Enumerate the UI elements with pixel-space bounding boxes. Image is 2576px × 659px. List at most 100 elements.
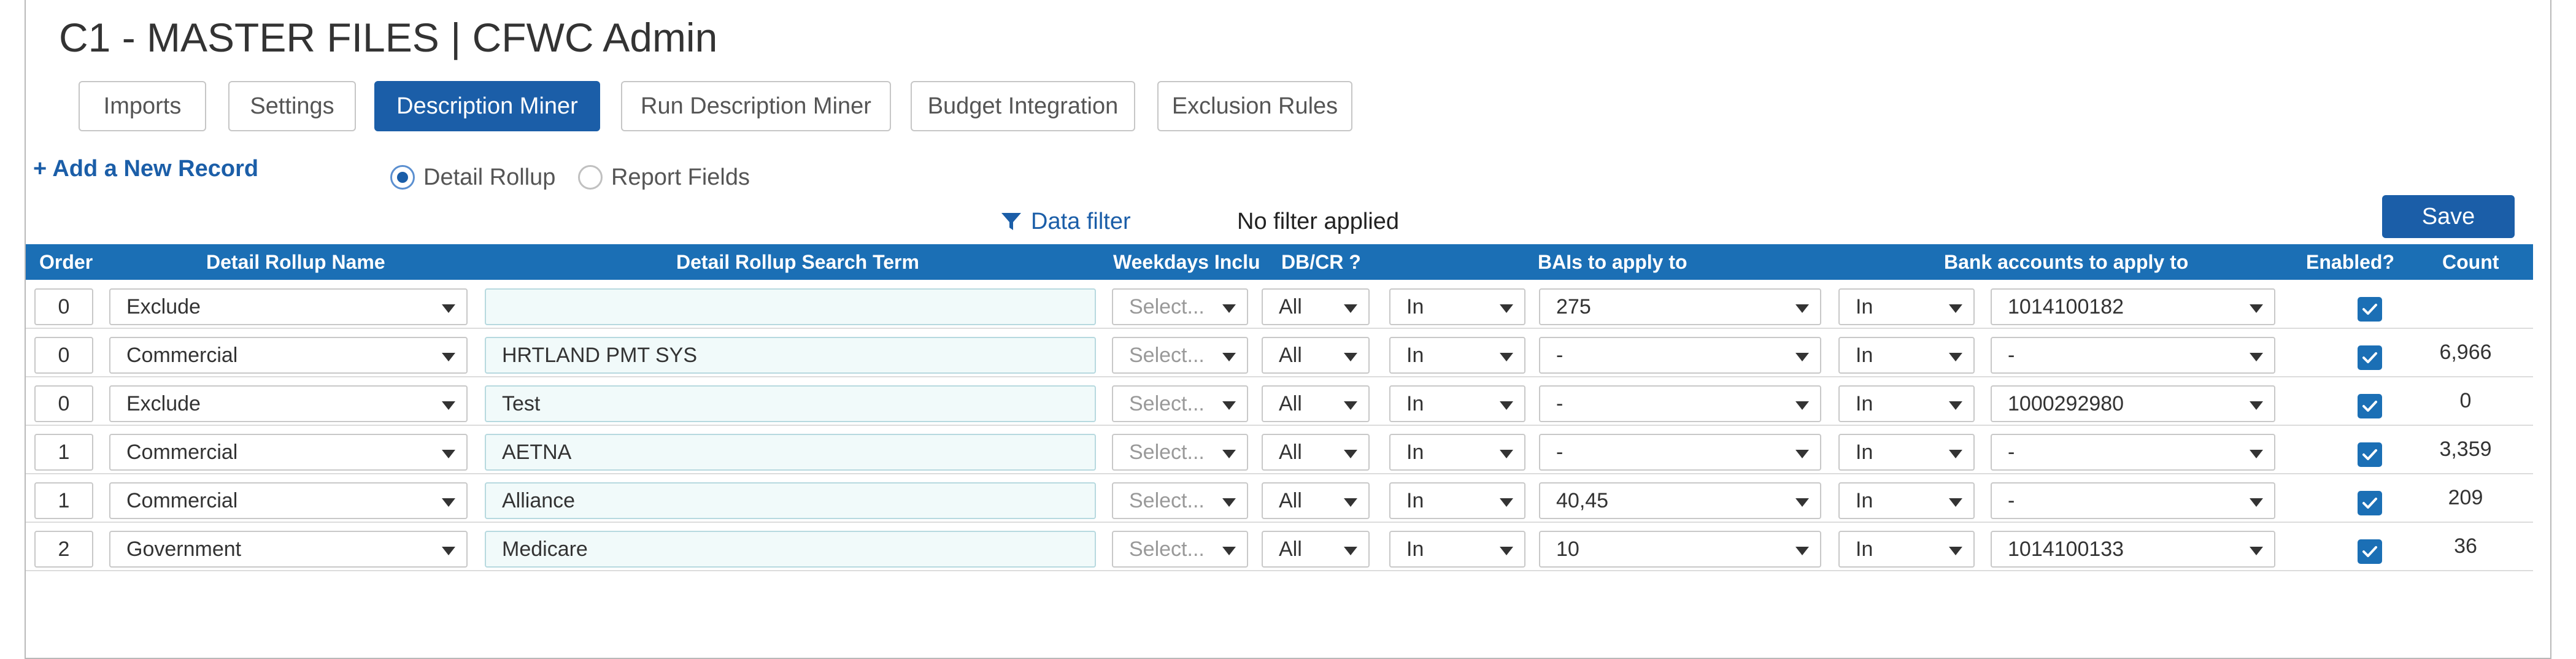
- table-row: 0 Exclude Select... All In 275 In 101410…: [26, 281, 2533, 329]
- order-input[interactable]: 1: [34, 482, 93, 519]
- page-title: C1 - MASTER FILES | CFWC Admin: [59, 15, 718, 60]
- add-new-record-link[interactable]: + Add a New Record: [33, 156, 258, 182]
- bai-operator-select[interactable]: In: [1389, 337, 1525, 374]
- tab-imports[interactable]: Imports: [79, 81, 206, 131]
- enabled-checkbox[interactable]: [2358, 297, 2382, 322]
- weekdays-placeholder: Select...: [1129, 295, 1205, 318]
- account-operator-select[interactable]: In: [1838, 531, 1975, 568]
- weekdays-select[interactable]: Select...: [1112, 482, 1248, 519]
- bank-accounts-select[interactable]: -: [1991, 434, 2275, 471]
- account-operator-value: In: [1856, 344, 1873, 367]
- order-input[interactable]: 1: [34, 434, 93, 471]
- rollup-name-select[interactable]: Commercial: [109, 337, 468, 374]
- column-header-rollup-name[interactable]: Detail Rollup Name: [206, 244, 427, 280]
- dbcr-select[interactable]: All: [1262, 434, 1370, 471]
- weekdays-select[interactable]: Select...: [1112, 337, 1248, 374]
- rollup-name-select[interactable]: Exclude: [109, 385, 468, 422]
- tab-budget-integration[interactable]: Budget Integration: [911, 81, 1135, 131]
- bais-value: 40,45: [1556, 489, 1609, 512]
- bais-select[interactable]: -: [1539, 337, 1821, 374]
- order-input[interactable]: 2: [34, 531, 93, 568]
- order-input[interactable]: 0: [34, 337, 93, 374]
- check-icon: [2362, 498, 2377, 509]
- enabled-checkbox[interactable]: [2358, 539, 2382, 564]
- bai-operator-select[interactable]: In: [1389, 288, 1525, 325]
- rollup-name-select[interactable]: Exclude: [109, 288, 468, 325]
- rollup-name-select[interactable]: Commercial: [109, 482, 468, 519]
- dbcr-select[interactable]: All: [1262, 288, 1370, 325]
- account-operator-select[interactable]: In: [1838, 385, 1975, 422]
- bai-operator-select[interactable]: In: [1389, 385, 1525, 422]
- table-row: 1 Commercial AETNA Select... All In - In…: [26, 426, 2533, 474]
- bank-accounts-select[interactable]: 1014100182: [1991, 288, 2275, 325]
- weekdays-placeholder: Select...: [1129, 441, 1205, 464]
- bais-value: 10: [1556, 538, 1579, 561]
- enabled-checkbox[interactable]: [2358, 394, 2382, 418]
- radio-checked-icon[interactable]: [390, 165, 415, 190]
- search-term-input[interactable]: Alliance: [485, 482, 1096, 519]
- search-term-input[interactable]: HRTLAND PMT SYS: [485, 337, 1096, 374]
- save-button[interactable]: Save: [2382, 195, 2515, 238]
- bais-select[interactable]: -: [1539, 434, 1821, 471]
- dbcr-value: All: [1279, 441, 1302, 464]
- bai-operator-value: In: [1406, 538, 1424, 561]
- weekdays-select[interactable]: Select...: [1112, 288, 1248, 325]
- enabled-checkbox[interactable]: [2358, 442, 2382, 467]
- column-header-weekdays[interactable]: Weekdays Includ: [1113, 244, 1260, 280]
- dbcr-select[interactable]: All: [1262, 385, 1370, 422]
- bank-accounts-select[interactable]: -: [1991, 337, 2275, 374]
- enabled-checkbox[interactable]: [2358, 345, 2382, 370]
- bank-accounts-value: 1014100182: [2008, 295, 2124, 318]
- column-header-order[interactable]: Order: [39, 244, 113, 280]
- order-input[interactable]: 0: [34, 288, 93, 325]
- bai-operator-select[interactable]: In: [1389, 482, 1525, 519]
- tab-run-description-miner[interactable]: Run Description Miner: [621, 81, 891, 131]
- account-operator-select[interactable]: In: [1838, 434, 1975, 471]
- radio-report-fields[interactable]: Report Fields: [578, 162, 750, 193]
- weekdays-placeholder: Select...: [1129, 344, 1205, 367]
- weekdays-select[interactable]: Select...: [1112, 385, 1248, 422]
- bai-operator-select[interactable]: In: [1389, 531, 1525, 568]
- bank-accounts-select[interactable]: 1014100133: [1991, 531, 2275, 568]
- column-header-enabled[interactable]: Enabled?: [2306, 244, 2404, 280]
- weekdays-select[interactable]: Select...: [1112, 434, 1248, 471]
- column-header-dbcr[interactable]: DB/CR ?: [1281, 244, 1361, 280]
- bai-operator-value: In: [1406, 441, 1424, 464]
- rollup-name-select[interactable]: Commercial: [109, 434, 468, 471]
- column-header-bank-accounts[interactable]: Bank accounts to apply to: [1944, 244, 2189, 280]
- search-term-input[interactable]: AETNA: [485, 434, 1096, 471]
- bais-select[interactable]: 40,45: [1539, 482, 1821, 519]
- dbcr-select[interactable]: All: [1262, 482, 1370, 519]
- order-input[interactable]: 0: [34, 385, 93, 422]
- caret-down-icon: [442, 401, 455, 410]
- radio-detail-rollup[interactable]: Detail Rollup: [390, 162, 555, 193]
- account-operator-select[interactable]: In: [1838, 482, 1975, 519]
- tab-exclusion-rules[interactable]: Exclusion Rules: [1157, 81, 1352, 131]
- column-header-search-term[interactable]: Detail Rollup Search Term: [676, 244, 995, 280]
- column-header-bais[interactable]: BAIs to apply to: [1538, 244, 1722, 280]
- check-icon: [2362, 546, 2377, 557]
- dbcr-select[interactable]: All: [1262, 337, 1370, 374]
- bais-select[interactable]: -: [1539, 385, 1821, 422]
- account-operator-select[interactable]: In: [1838, 337, 1975, 374]
- dbcr-select[interactable]: All: [1262, 531, 1370, 568]
- bank-accounts-select[interactable]: -: [1991, 482, 2275, 519]
- radio-unchecked-icon[interactable]: [578, 165, 603, 190]
- enabled-checkbox[interactable]: [2358, 491, 2382, 515]
- search-term-input[interactable]: Test: [485, 385, 1096, 422]
- bais-select[interactable]: 275: [1539, 288, 1821, 325]
- tab-description-miner[interactable]: Description Miner: [374, 81, 600, 131]
- weekdays-select[interactable]: Select...: [1112, 531, 1248, 568]
- tab-settings[interactable]: Settings: [228, 81, 356, 131]
- bais-select[interactable]: 10: [1539, 531, 1821, 568]
- count-value: 3,359: [2439, 437, 2492, 461]
- account-operator-select[interactable]: In: [1838, 288, 1975, 325]
- data-filter-link[interactable]: Data filter: [1000, 206, 1131, 237]
- rollup-name-select[interactable]: Government: [109, 531, 468, 568]
- search-term-input[interactable]: [485, 288, 1096, 325]
- caret-down-icon: [1795, 401, 1809, 410]
- column-header-count[interactable]: Count: [2442, 244, 2516, 280]
- bank-accounts-select[interactable]: 1000292980: [1991, 385, 2275, 422]
- bai-operator-select[interactable]: In: [1389, 434, 1525, 471]
- search-term-input[interactable]: Medicare: [485, 531, 1096, 568]
